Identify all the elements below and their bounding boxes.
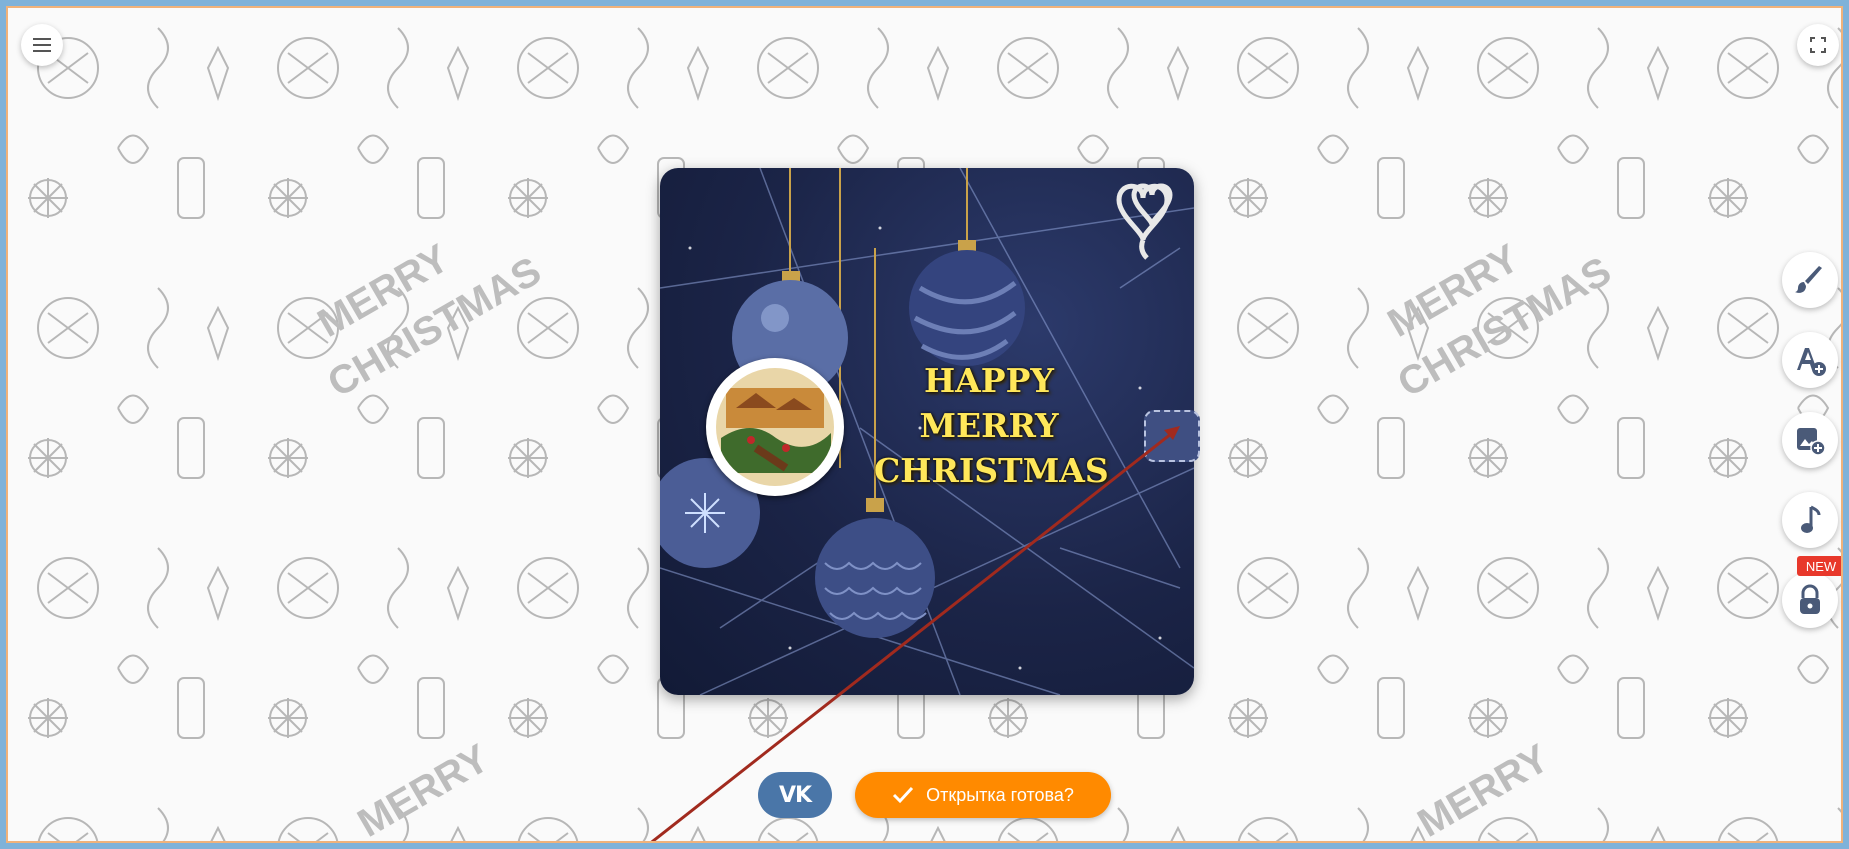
add-image-button[interactable] [1782,412,1838,468]
vintage-card-photo[interactable] [706,358,844,496]
vintage-christmas-image [716,368,834,486]
fullscreen-icon [1810,37,1826,53]
menu-button[interactable] [21,24,63,66]
postcard-canvas[interactable]: HAPPY MERRY CHRISTMAS [660,168,1194,695]
brush-tool-button[interactable] [1782,252,1838,308]
app-frame: MERRY CHRISTMAS MERRY CHRISTMAS MERRY ME… [6,6,1843,843]
greeting-line-3: CHRISTMAS [874,451,1109,490]
side-panel-tab[interactable] [1144,410,1200,462]
music-note-icon [1801,505,1821,533]
add-text-button[interactable] [1782,332,1838,388]
new-badge: NEW [1797,556,1841,576]
postcard-ready-label: Открытка готова? [926,784,1074,805]
check-icon [893,786,914,804]
vk-icon: VK [778,782,812,808]
fullscreen-button[interactable] [1797,24,1839,66]
lock-icon [1800,584,1820,614]
brush-icon [1795,266,1822,293]
postcard-ready-button[interactable]: Открытка готова? [855,772,1111,818]
add-image-icon [1797,428,1826,456]
greeting-line-1: HAPPY [924,361,1054,400]
greeting-text[interactable]: HAPPY MERRY CHRISTMAS [874,358,1109,493]
hearts-balloon-icon[interactable] [1094,170,1194,265]
music-button[interactable] [1782,492,1838,548]
lock-button[interactable] [1782,572,1838,628]
add-text-icon [1797,348,1826,376]
greeting-line-2: MERRY [919,406,1059,445]
vk-share-button[interactable]: VK [758,772,832,818]
hamburger-icon [33,38,51,52]
